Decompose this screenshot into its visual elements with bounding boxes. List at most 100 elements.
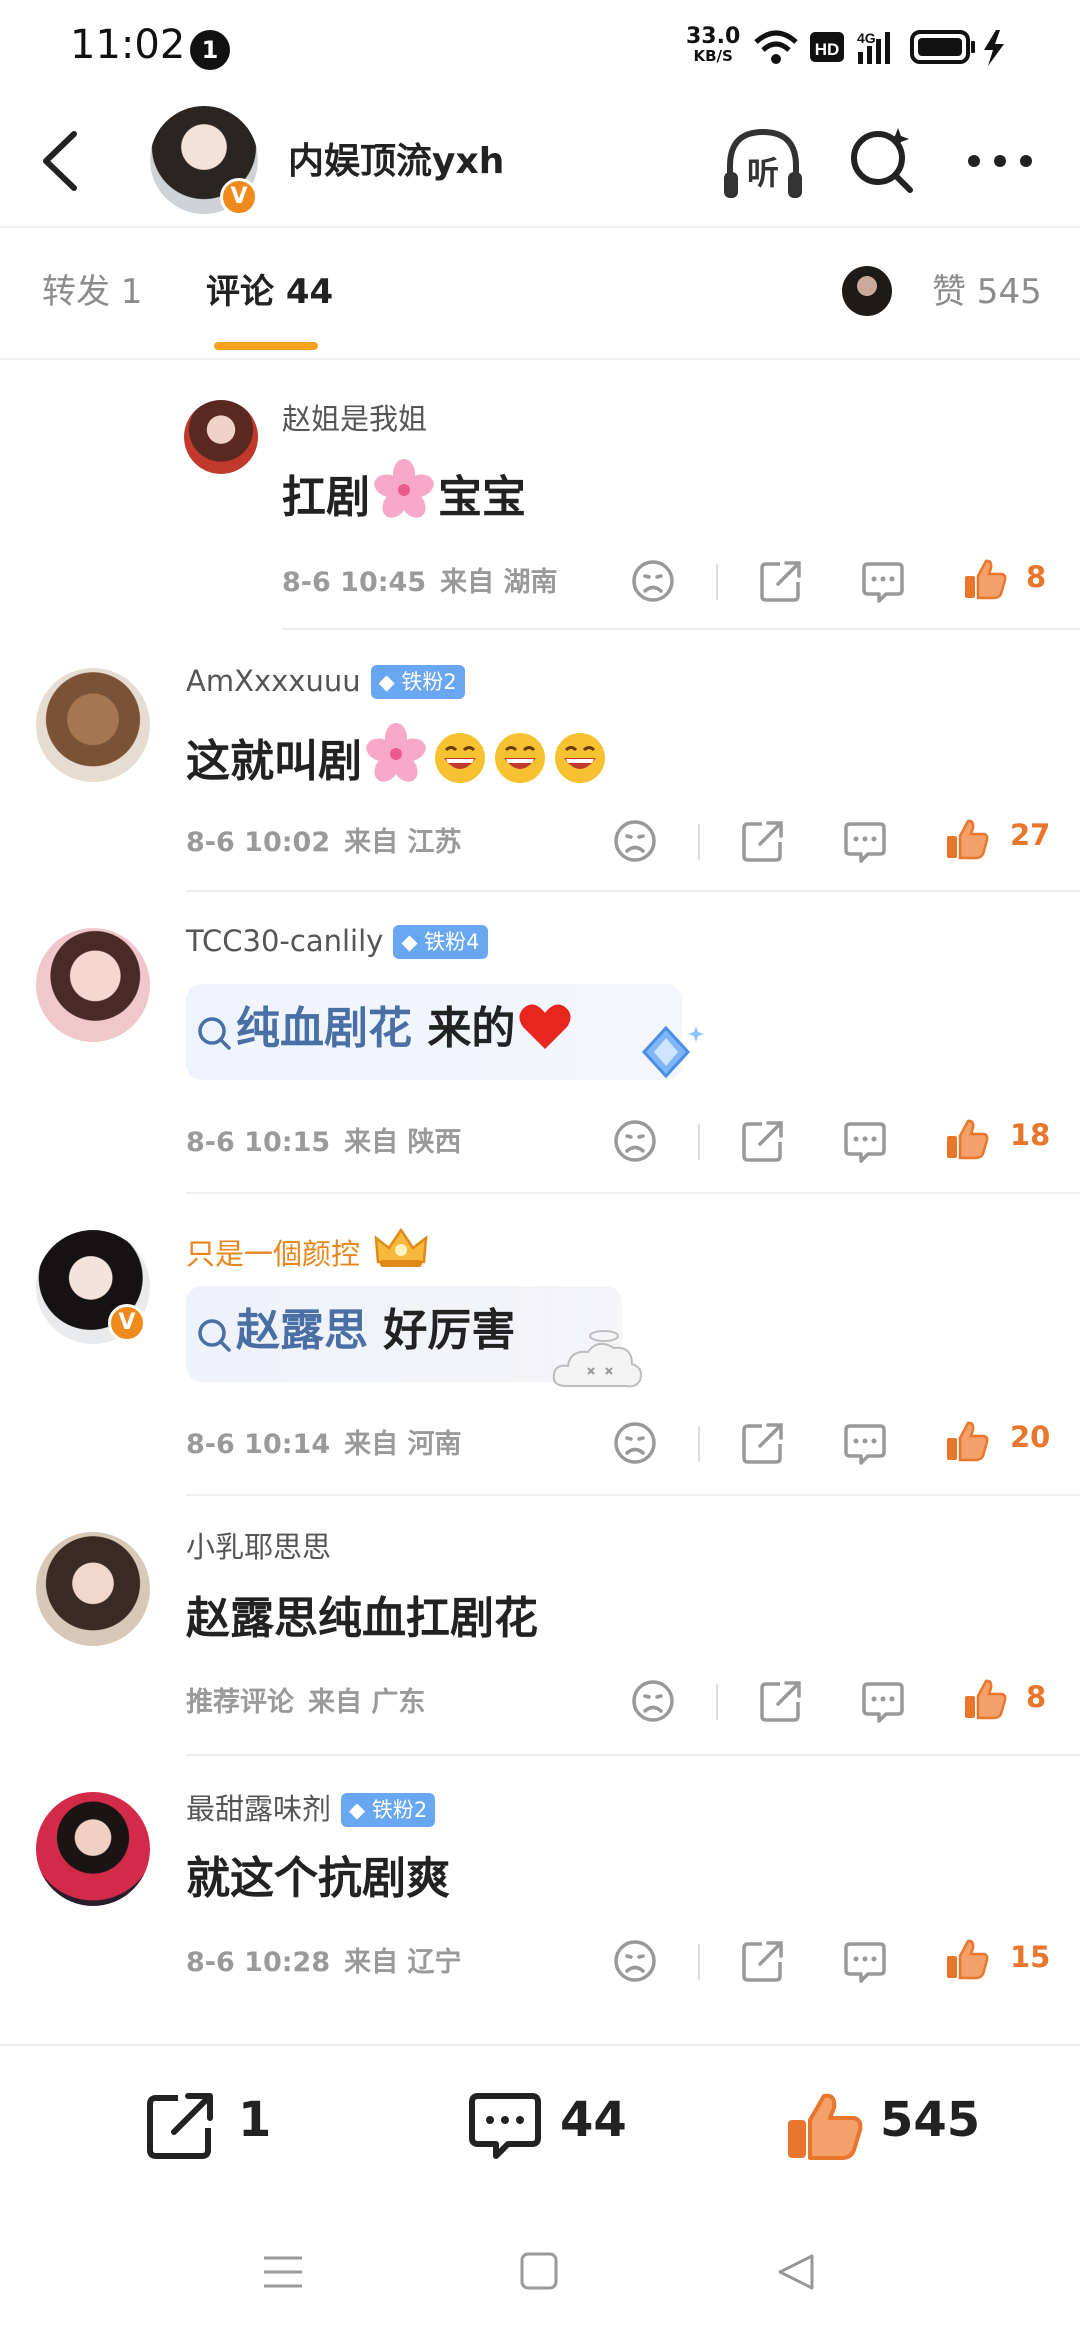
topic-link[interactable]: 赵露思 [236, 1305, 368, 1356]
commenter-avatar[interactable] [36, 928, 150, 1042]
cloud-sticker-icon [552, 1330, 642, 1388]
fan-level-label: 铁粉2 [401, 670, 457, 694]
sakura-emoji [366, 723, 426, 782]
comment-text: 就这个抗剧爽 [186, 1853, 450, 1904]
commenter-name-text[interactable]: 只是一個颜控 [186, 1237, 360, 1271]
thumbs-up-icon[interactable] [944, 1936, 990, 1982]
reply-icon[interactable] [842, 1118, 888, 1164]
active-tab-indicator [214, 342, 318, 350]
share-icon[interactable] [758, 1678, 804, 1724]
comment-text: 纯血剧花 来的 [192, 992, 575, 1056]
action-separator [698, 824, 700, 860]
thumbs-up-icon[interactable] [944, 816, 990, 862]
commenter-name: 只是一個颜控 [186, 1226, 430, 1273]
reply-icon[interactable] [842, 1420, 888, 1466]
tab-repost[interactable]: 转发 1 [42, 264, 142, 313]
comment-item: TCC30-canlily ◆ 铁粉4 纯血剧花 来的 8-6 10:15 来自 陕… [0, 892, 1080, 1194]
commenter-avatar[interactable] [36, 668, 150, 782]
laugh-emoji [555, 733, 605, 783]
thumbs-up-icon[interactable] [962, 556, 1008, 602]
liker-avatar[interactable] [842, 266, 892, 316]
comment-text-part: 扛剧 [282, 472, 370, 523]
comment-icon[interactable] [466, 2090, 544, 2162]
hd-label: HD [815, 40, 840, 59]
reply-icon[interactable] [860, 558, 906, 604]
fan-level-label: 铁粉4 [424, 930, 480, 954]
diamond-icon [641, 1025, 704, 1079]
reply-icon[interactable] [842, 818, 888, 864]
comment-location: 来自 广东 [308, 1687, 426, 1718]
commenter-avatar[interactable] [184, 400, 258, 474]
fan-level-badge: ◆ 铁粉2 [370, 665, 465, 699]
like-icon[interactable] [784, 2090, 864, 2162]
author-name[interactable]: 内娱顶流yxh [288, 132, 504, 184]
comment-text-part: 这就叫剧 [186, 736, 362, 787]
menu-icon[interactable] [264, 2256, 302, 2288]
comment-meta: 8-6 10:14 来自 河南 [186, 1422, 476, 1461]
fan-level-badge: ◆ 铁粉2 [341, 1793, 436, 1827]
comment-text: 赵露思 好厉害 [192, 1294, 515, 1358]
comment-location: 来自 湖南 [440, 567, 558, 598]
share-icon[interactable] [740, 1938, 786, 1984]
commenter-name[interactable]: 赵姐是我姐 [282, 396, 427, 438]
thumbs-up-icon[interactable] [944, 1418, 990, 1464]
repost-icon[interactable] [144, 2090, 220, 2162]
commenter-name-text[interactable]: AmXxxxuuu [186, 664, 361, 698]
comment-date: 8-6 10:14 [186, 1429, 331, 1460]
commenter-avatar[interactable] [36, 1792, 150, 1906]
repost-count: 1 [238, 2092, 272, 2148]
search-icon[interactable] [846, 124, 918, 196]
sad-face-icon[interactable] [630, 558, 676, 604]
crown-icon [374, 1227, 428, 1267]
search-topic-icon [198, 1017, 231, 1050]
share-icon[interactable] [740, 818, 786, 864]
commenter-name[interactable]: 小乳耶思思 [186, 1524, 331, 1566]
action-separator [716, 564, 718, 600]
comment-item: 最甜露味剂 ◆ 铁粉2 就这个抗剧爽 8-6 10:28 来自 辽宁 15 [0, 1756, 1080, 2044]
share-icon[interactable] [740, 1118, 786, 1164]
sad-face-icon[interactable] [612, 1420, 658, 1466]
commenter-name-text[interactable]: 最甜露味剂 [186, 1792, 331, 1826]
comment-date: 推荐评论 [186, 1687, 294, 1718]
commenter-name-text[interactable]: TCC30-canlily [186, 924, 383, 958]
home-icon[interactable] [520, 2252, 558, 2290]
sad-face-icon[interactable] [612, 818, 658, 864]
net-speed-value: 33.0 [686, 24, 741, 49]
status-time: 11:02 [70, 22, 186, 68]
tab-comment[interactable]: 评论 44 [206, 264, 333, 313]
cell-signal-icon: 4G [857, 30, 890, 64]
system-navigation-bar [264, 2252, 814, 2290]
comment-date: 8-6 10:02 [186, 827, 331, 858]
back-icon[interactable] [34, 126, 90, 196]
sad-face-icon[interactable] [612, 1938, 658, 1984]
sad-face-icon[interactable] [612, 1118, 658, 1164]
laugh-emoji [435, 733, 485, 783]
tab-likes[interactable]: 赞 545 [932, 264, 1042, 313]
hd-icon: HD [810, 32, 844, 62]
comment-text: 这就叫剧 [186, 722, 610, 789]
bottom-action-bar: 1 44 545 [0, 2044, 1080, 2204]
action-separator [716, 1684, 718, 1720]
fan-level-badge: ◆ 铁粉4 [393, 925, 488, 959]
share-icon[interactable] [758, 558, 804, 604]
commenter-name: 最甜露味剂 ◆ 铁粉2 [186, 1786, 436, 1828]
back-nav-icon[interactable] [778, 2254, 814, 2290]
share-icon[interactable] [740, 1420, 786, 1466]
heart-emoji [519, 1004, 571, 1049]
comment-location: 来自 河南 [344, 1429, 462, 1460]
reply-icon[interactable] [860, 1678, 906, 1724]
thumbs-up-icon[interactable] [962, 1676, 1008, 1722]
commenter-avatar[interactable] [36, 1532, 150, 1646]
like-count: 18 [1010, 1118, 1051, 1152]
reply-icon[interactable] [842, 1938, 888, 1984]
headphones-icon[interactable]: 听 [720, 124, 806, 204]
more-icon[interactable] [960, 136, 1040, 186]
sad-face-icon[interactable] [630, 1678, 676, 1724]
topic-link[interactable]: 纯血剧花 [236, 1003, 412, 1054]
search-topic-icon [198, 1319, 231, 1352]
commenter-name: AmXxxxuuu ◆ 铁粉2 [186, 664, 465, 699]
post-header: V 内娱顶流yxh 听 [0, 96, 1080, 228]
thumbs-up-icon[interactable] [944, 1116, 990, 1162]
comment-meta: 8-6 10:15 来自 陕西 [186, 1120, 476, 1159]
status-bar: 11:02 1 33.0 KB/S HD 4G [0, 0, 1080, 96]
